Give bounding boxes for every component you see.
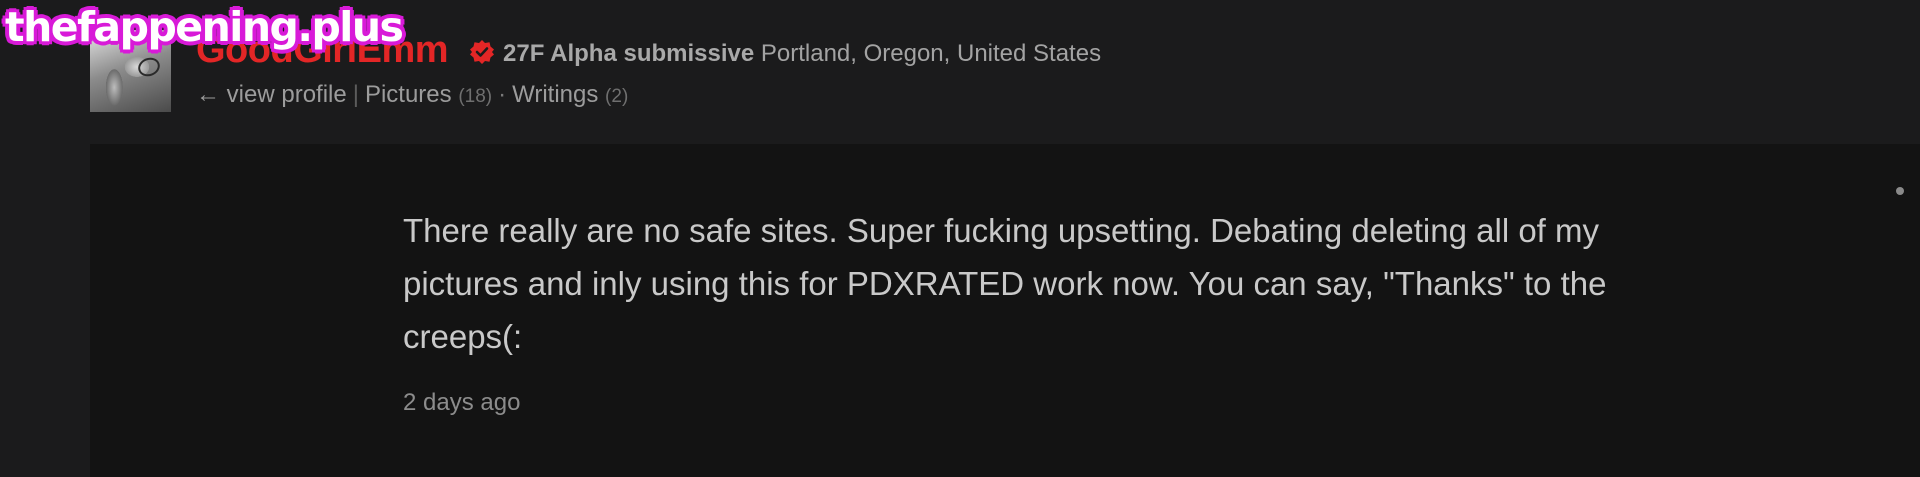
profile-location: Portland, Oregon, United States [760, 40, 1102, 67]
profile-meta: 27F Alpha submissive Portland, Oregon, U… [503, 39, 1101, 69]
profile-tags: 27F Alpha submissive [503, 40, 755, 67]
view-profile-link[interactable]: ← view profile [196, 81, 347, 108]
writings-link[interactable]: Writings (2) [512, 81, 628, 108]
watermark-logo: thefappening.plus [5, 3, 404, 51]
scroll-indicator [1896, 187, 1904, 195]
avatar-detail [135, 54, 163, 80]
verified-badge-icon [470, 40, 494, 64]
profile-nav: ← view profile | Pictures (18) · Writings (2… [196, 80, 628, 112]
page: GoodGirlEmm 27F Alpha submissive Portlan… [0, 0, 1920, 477]
pictures-link[interactable]: Pictures (18) [365, 81, 492, 108]
post-panel: There really are no safe sites. Super fu… [90, 144, 1920, 477]
writings-count: (2) [605, 86, 629, 107]
nav-separator: | [352, 81, 359, 108]
post-timestamp: 2 days ago [403, 389, 521, 416]
post-text: There really are no safe sites. Super fu… [403, 212, 1607, 355]
pictures-label: Pictures [364, 81, 452, 108]
nav-dot: · [498, 81, 507, 108]
writings-label: Writings [512, 81, 599, 108]
pictures-count: (18) [458, 86, 493, 107]
